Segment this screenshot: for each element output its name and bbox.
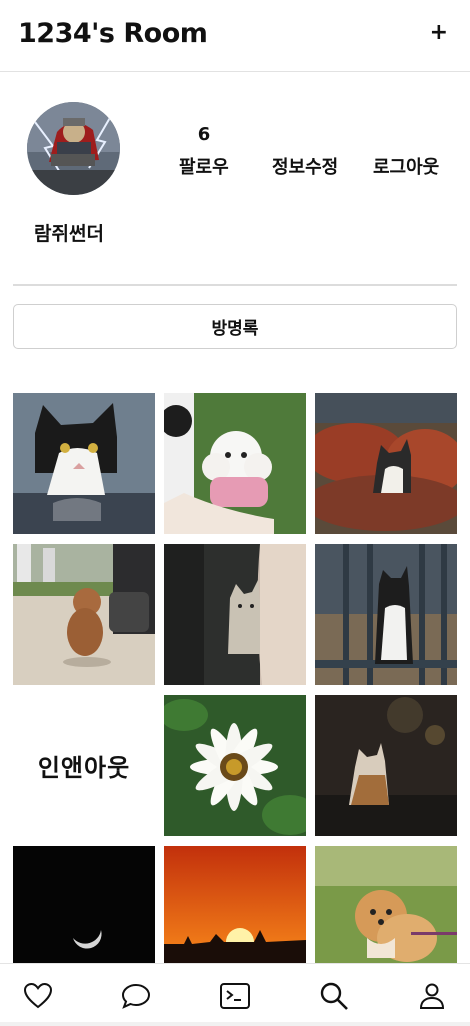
grid-photo-daisy[interactable] [164, 695, 306, 836]
guestbook-button[interactable]: 방명록 [13, 304, 457, 349]
profile-icon[interactable] [414, 978, 450, 1014]
follower-button[interactable]: 팔로우 [179, 153, 229, 179]
grid-photo-poodle[interactable] [164, 393, 306, 534]
edit-profile-button[interactable]: 정보수정 [272, 153, 338, 179]
username: 람쥐썬더 [34, 223, 104, 245]
bottom-nav [0, 963, 470, 1026]
room-title: 1234's Room [18, 18, 208, 49]
grid-photo-cat-curtain[interactable] [164, 544, 306, 685]
grid-text-post[interactable]: 인앤아웃 [13, 695, 155, 836]
grid-photo-brown-poodle[interactable] [13, 544, 155, 685]
heart-icon[interactable] [20, 978, 56, 1014]
divider [13, 284, 457, 286]
grid-photo-cat-shrubs[interactable] [315, 393, 457, 534]
grid-photo-cat[interactable] [13, 393, 155, 534]
terminal-icon[interactable] [217, 978, 253, 1014]
grid-photo-cat-railing[interactable] [315, 544, 457, 685]
add-button[interactable]: + [430, 20, 448, 45]
chat-icon[interactable] [118, 978, 154, 1014]
logout-button[interactable]: 로그아웃 [373, 153, 439, 179]
follower-count: 6 [197, 124, 211, 145]
top-bar: 1234's Room + [0, 0, 470, 72]
avatar[interactable] [27, 102, 120, 195]
bottom-edge [0, 1022, 470, 1026]
search-icon[interactable] [316, 978, 352, 1014]
grid-photo-cat-night[interactable] [315, 695, 457, 836]
